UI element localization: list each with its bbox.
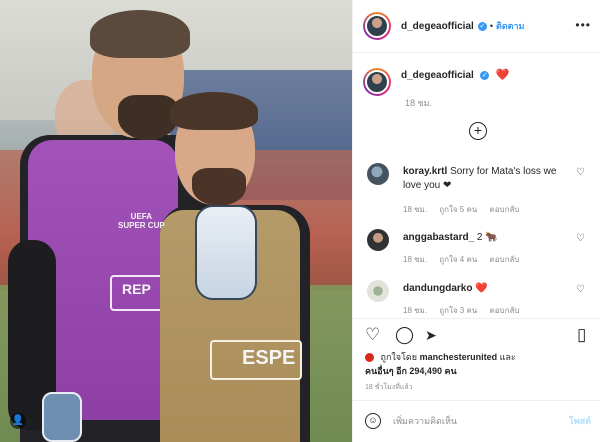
player-two-hair — [170, 92, 258, 130]
post-photo[interactable]: UEFA SUPER CUP REP ESPE 👤 — [0, 0, 352, 442]
bib-text-espe: ESPE — [242, 347, 296, 369]
comment-time: 18 ชม. — [403, 255, 428, 264]
post-comment-button[interactable]: โพสต์ — [569, 414, 591, 428]
comment-likes[interactable]: ถูกใจ 5 คน — [439, 205, 477, 214]
likes-prefix: ถูกใจโดย — [380, 352, 418, 362]
save-icon[interactable]: ▯ — [577, 325, 586, 345]
comment-username[interactable]: anggabastard_ — [403, 232, 474, 243]
comment-body: anggabastard_ 2 🐂 — [403, 231, 573, 245]
player-one-beard — [118, 95, 178, 140]
verified-badge-icon: ✓ — [480, 71, 490, 81]
comment-body: dandungdarko ❤️ — [403, 282, 573, 296]
divider — [353, 318, 600, 319]
likes-mid: และ — [499, 352, 516, 362]
post-side-panel: d_degeaofficial ✓ • ติดตาม ••• d_degeaof… — [352, 0, 600, 442]
bib-text-uefa: UEFA SUPER CUP — [118, 212, 165, 230]
likes-count[interactable]: คนอื่นๆ อีก 294,490 คน — [365, 366, 457, 376]
caption-time: 18 ชม. — [405, 98, 433, 108]
comment-text: ❤️ — [475, 283, 488, 294]
manchester-united-logo-icon — [365, 353, 374, 363]
goalkeeper-glove-icon — [195, 205, 257, 300]
comment-likes[interactable]: ถูกใจ 4 คน — [439, 255, 477, 264]
player-one-hair — [90, 10, 190, 58]
more-options-icon[interactable]: ••• — [575, 18, 591, 32]
comment-time: 18 ชม. — [403, 306, 428, 315]
comment-like-icon[interactable]: ♡ — [576, 167, 585, 178]
comment-input[interactable]: เพิ่มความคิดเห็น — [393, 414, 569, 428]
likes-summary: ถูกใจโดย manchesterunited และ คนอื่นๆ อี… — [365, 350, 591, 378]
verified-badge-icon: ✓ — [477, 21, 487, 31]
comment-username[interactable]: dandungdarko — [403, 283, 472, 294]
header-username[interactable]: d_degeaofficial — [401, 21, 474, 32]
player-two-beard — [192, 168, 246, 206]
like-icon[interactable]: ♡ — [365, 325, 380, 345]
tagged-users-icon[interactable]: 👤 — [10, 413, 26, 429]
caption: d_degeaofficial ✓ ❤️ — [363, 68, 510, 96]
load-more-comments-icon[interactable]: + — [469, 122, 487, 140]
divider — [353, 400, 600, 401]
comment-like-icon[interactable]: ♡ — [576, 284, 585, 295]
action-bar: ♡ ◯ ➤ ▯ — [365, 325, 593, 345]
emoji-icon[interactable]: ☺ — [365, 413, 381, 429]
profile-picture — [365, 14, 389, 38]
avatar[interactable] — [363, 68, 391, 96]
separator-dot: • — [489, 21, 493, 31]
avatar[interactable] — [367, 229, 389, 251]
add-comment-bar: ☺ เพิ่มความคิดเห็น โพสต์ — [365, 410, 591, 432]
comment-text: 2 🐂 — [476, 232, 498, 243]
comment-meta: 18 ชม. ถูกใจ 4 คน ตอบกลับ — [403, 253, 529, 266]
reply-button[interactable]: ตอบกลับ — [490, 205, 520, 214]
comment-body: koray.krtl Sorry for Mata's loss we love… — [403, 165, 573, 193]
comment-username[interactable]: koray.krtl — [403, 166, 447, 177]
reply-button[interactable]: ตอบกลับ — [490, 255, 520, 264]
bib-text-rep: REP — [122, 281, 151, 297]
reply-button[interactable]: ตอบกลับ — [490, 306, 520, 315]
follow-button[interactable]: ติดตาม — [496, 19, 525, 33]
comment-like-icon[interactable]: ♡ — [576, 233, 585, 244]
avatar[interactable] — [367, 280, 389, 302]
comment-meta: 18 ชม. ถูกใจ 3 คน ตอบกลับ — [403, 304, 529, 317]
goalkeeper-glove-icon — [42, 392, 82, 442]
post-timestamp[interactable]: 18 ชั่วโมงที่แล้ว — [365, 382, 413, 393]
avatar[interactable] — [367, 163, 389, 185]
profile-picture — [365, 70, 389, 94]
comment-likes[interactable]: ถูกใจ 3 คน — [439, 306, 477, 315]
comment-icon[interactable]: ◯ — [395, 325, 414, 345]
caption-username[interactable]: d_degeaofficial — [401, 70, 474, 81]
share-icon[interactable]: ➤ — [425, 325, 437, 345]
avatar[interactable] — [363, 12, 391, 40]
caption-text: ❤️ — [495, 69, 510, 81]
comment-meta: 18 ชม. ถูกใจ 5 คน ตอบกลับ — [403, 203, 529, 216]
liked-by-user[interactable]: manchesterunited — [420, 352, 498, 362]
divider — [353, 52, 600, 53]
post-header: d_degeaofficial ✓ • ติดตาม ••• — [363, 12, 591, 40]
comment-time: 18 ชม. — [403, 205, 428, 214]
